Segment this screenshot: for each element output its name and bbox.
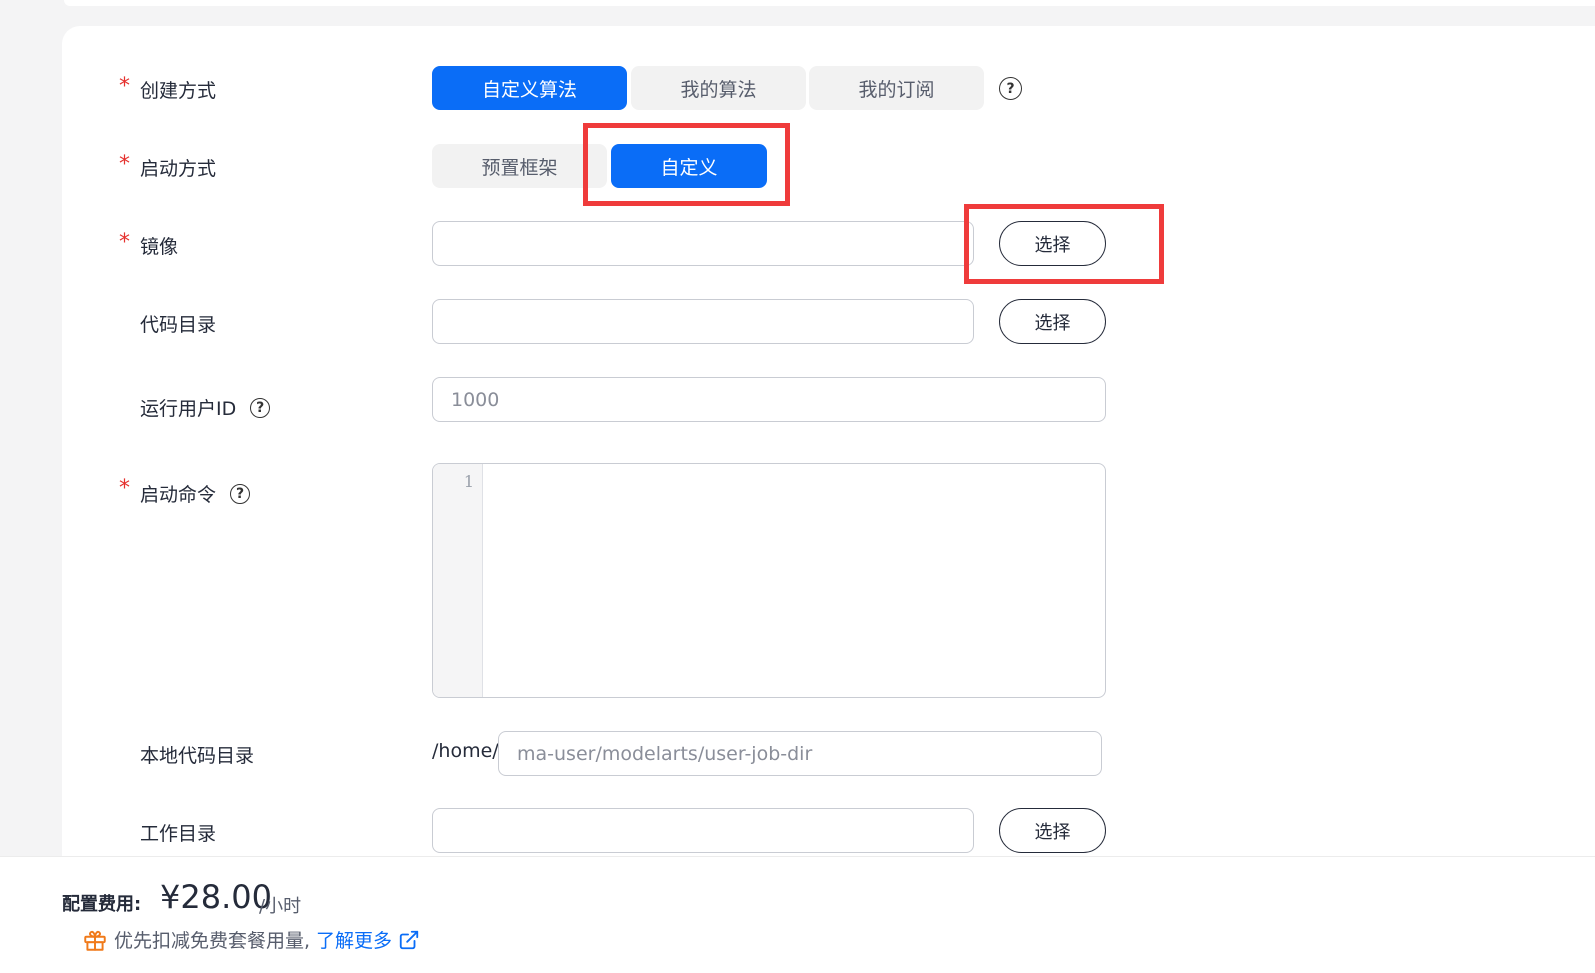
code-dir-select-button[interactable]: 选择	[999, 299, 1106, 344]
annotation-highlight-launch-custom	[583, 123, 790, 206]
free-package-tip: 优先扣减免费套餐用量, 了解更多	[82, 926, 420, 953]
required-mark: *	[119, 476, 130, 501]
editor-gutter: 1	[433, 464, 483, 697]
required-mark: *	[119, 152, 130, 177]
work-dir-label: 工作目录	[140, 823, 217, 845]
launch-command-editor[interactable]: 1	[432, 463, 1106, 698]
create-method-my-subscription[interactable]: 我的订阅	[809, 66, 984, 110]
help-icon[interactable]: ?	[999, 77, 1022, 100]
image-input[interactable]	[432, 221, 974, 266]
create-method-custom-algorithm[interactable]: 自定义算法	[432, 66, 627, 110]
gift-icon	[84, 930, 106, 951]
fee-unit: /小时	[259, 896, 302, 917]
code-dir-label: 代码目录	[140, 314, 217, 336]
local-code-dir-prefix: /home/	[432, 740, 499, 762]
help-icon[interactable]: ?	[230, 483, 251, 504]
learn-more-link[interactable]: 了解更多	[316, 926, 392, 953]
required-mark: *	[119, 230, 130, 255]
help-icon[interactable]: ?	[250, 397, 271, 418]
local-code-dir-label: 本地代码目录	[140, 745, 255, 767]
work-dir-select-button[interactable]: 选择	[999, 808, 1106, 853]
code-dir-input[interactable]	[432, 299, 974, 344]
fee-value: ¥28.00	[160, 878, 272, 916]
launch-command-label: 启动命令 ?	[140, 480, 251, 507]
create-method-label: 创建方式	[140, 80, 217, 102]
launch-method-preset-framework[interactable]: 预置框架	[432, 144, 607, 188]
create-method-my-algorithm[interactable]: 我的算法	[631, 66, 806, 110]
tip-text: 优先扣减免费套餐用量,	[114, 930, 311, 952]
external-link-icon[interactable]	[398, 929, 420, 951]
run-user-id-label: 运行用户ID ?	[140, 394, 271, 421]
top-panel-edge	[64, 0, 1595, 6]
image-label: 镜像	[140, 236, 179, 258]
annotation-highlight-image-select	[964, 204, 1164, 284]
required-mark: *	[119, 74, 130, 99]
local-code-dir-input[interactable]: ma-user/modelarts/user-job-dir	[498, 731, 1102, 776]
run-user-id-input[interactable]: 1000	[432, 377, 1106, 422]
work-dir-input[interactable]	[432, 808, 974, 853]
launch-method-label: 启动方式	[140, 158, 217, 180]
fee-label: 配置费用:	[62, 894, 142, 915]
line-number: 1	[463, 472, 474, 491]
